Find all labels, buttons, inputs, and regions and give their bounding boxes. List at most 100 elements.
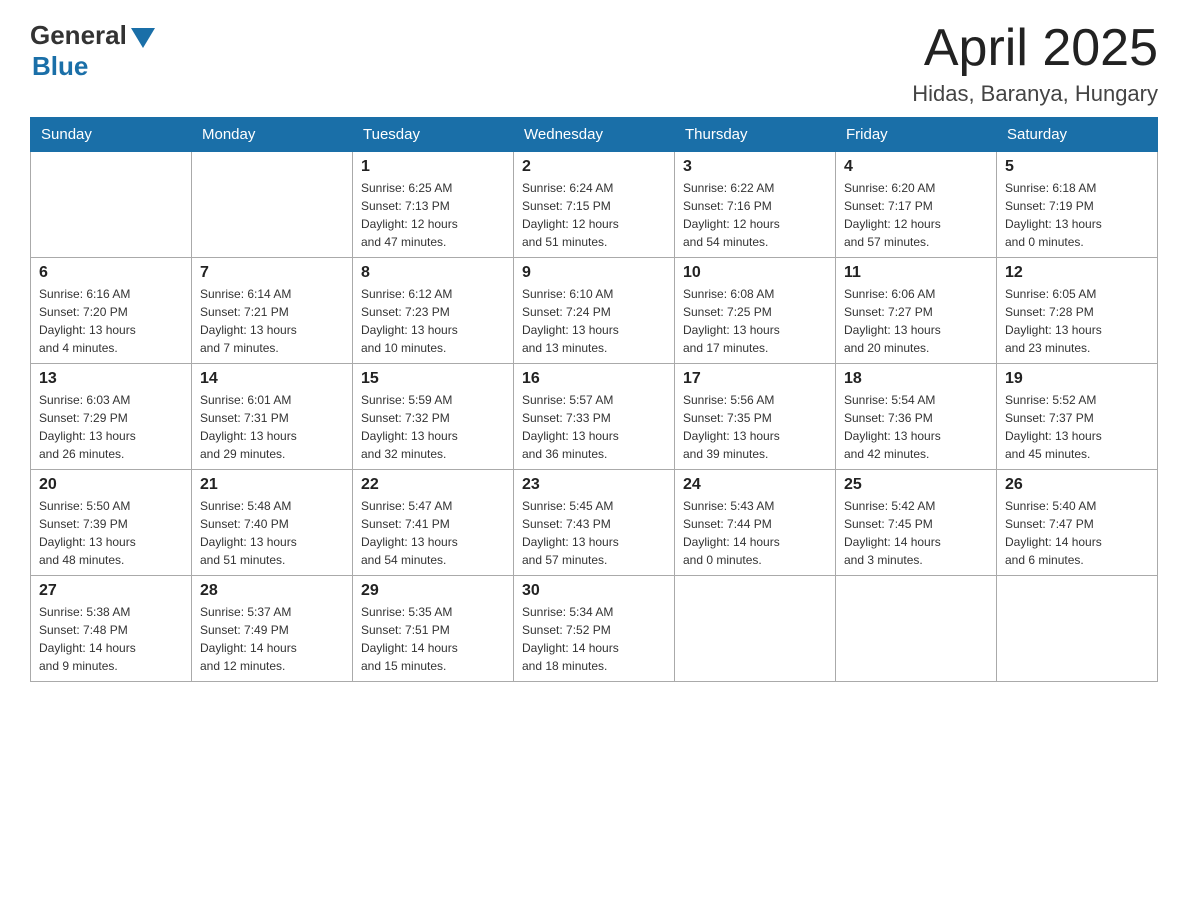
day-number: 15	[361, 370, 505, 388]
calendar-cell: 11 Sunrise: 6:06 AM Sunset: 7:27 PM Dayli…	[836, 258, 997, 364]
day-number: 19	[1005, 370, 1149, 388]
calendar-cell	[836, 576, 997, 682]
day-number: 9	[522, 264, 666, 282]
day-info: Sunrise: 5:52 AM Sunset: 7:37 PM Dayligh…	[1005, 391, 1149, 463]
calendar-cell: 30 Sunrise: 5:34 AM Sunset: 7:52 PM Dayli…	[514, 576, 675, 682]
day-number: 14	[200, 370, 344, 388]
day-info: Sunrise: 6:03 AM Sunset: 7:29 PM Dayligh…	[39, 391, 183, 463]
day-number: 21	[200, 476, 344, 494]
calendar-cell: 2Sunrise: 6:24 AM Sunset: 7:15 PM Daylig…	[514, 152, 675, 258]
calendar-cell: 22 Sunrise: 5:47 AM Sunset: 7:41 PM Dayli…	[353, 470, 514, 576]
calendar-header-tuesday: Tuesday	[353, 118, 514, 152]
calendar-cell: 20 Sunrise: 5:50 AM Sunset: 7:39 PM Dayli…	[31, 470, 192, 576]
day-info: Sunrise: 5:56 AM Sunset: 7:35 PM Dayligh…	[683, 391, 827, 463]
calendar-week-row-0: 1 Sunrise: 6:25 AM Sunset: 7:13 PM Daylig…	[31, 152, 1158, 258]
calendar-header-monday: Monday	[192, 118, 353, 152]
day-number: 20	[39, 476, 183, 494]
day-number: 17	[683, 370, 827, 388]
day-number: 8	[361, 264, 505, 282]
day-info: Sunrise: 5:57 AM Sunset: 7:33 PM Dayligh…	[522, 391, 666, 463]
day-number: 23	[522, 476, 666, 494]
calendar-header-saturday: Saturday	[997, 118, 1158, 152]
day-info: Sunrise: 6:22 AM Sunset: 7:16 PM Dayligh…	[683, 179, 827, 251]
calendar-cell: 21 Sunrise: 5:48 AM Sunset: 7:40 PM Dayli…	[192, 470, 353, 576]
day-info: Sunrise: 5:37 AM Sunset: 7:49 PM Dayligh…	[200, 603, 344, 675]
calendar-week-row-2: 13 Sunrise: 6:03 AM Sunset: 7:29 PM Dayli…	[31, 364, 1158, 470]
calendar-cell: 6Sunrise: 6:16 AM Sunset: 7:20 PM Daylig…	[31, 258, 192, 364]
page-header: General Blue April 2025 Hidas, Baranya, …	[30, 20, 1158, 107]
day-number: 3	[683, 158, 827, 176]
month-title: April 2025	[912, 20, 1158, 77]
calendar-header-sunday: Sunday	[31, 118, 192, 152]
day-info: Sunrise: 6:16 AM Sunset: 7:20 PM Dayligh…	[39, 285, 183, 357]
calendar-cell: 13 Sunrise: 6:03 AM Sunset: 7:29 PM Dayli…	[31, 364, 192, 470]
calendar-week-row-3: 20 Sunrise: 5:50 AM Sunset: 7:39 PM Dayli…	[31, 470, 1158, 576]
calendar-cell: 4 Sunrise: 6:20 AM Sunset: 7:17 PM Daylig…	[836, 152, 997, 258]
day-number: 22	[361, 476, 505, 494]
day-number: 18	[844, 370, 988, 388]
day-number: 27	[39, 582, 183, 600]
day-info: Sunrise: 5:50 AM Sunset: 7:39 PM Dayligh…	[39, 497, 183, 569]
day-number: 5	[1005, 158, 1149, 176]
calendar-cell: 14 Sunrise: 6:01 AM Sunset: 7:31 PM Dayli…	[192, 364, 353, 470]
calendar-cell: 1 Sunrise: 6:25 AM Sunset: 7:13 PM Daylig…	[353, 152, 514, 258]
day-info: Sunrise: 5:59 AM Sunset: 7:32 PM Dayligh…	[361, 391, 505, 463]
calendar-cell: 8 Sunrise: 6:12 AM Sunset: 7:23 PM Daylig…	[353, 258, 514, 364]
day-info: Sunrise: 6:12 AM Sunset: 7:23 PM Dayligh…	[361, 285, 505, 357]
calendar-cell: 12 Sunrise: 6:05 AM Sunset: 7:28 PM Dayli…	[997, 258, 1158, 364]
day-info: Sunrise: 5:43 AM Sunset: 7:44 PM Dayligh…	[683, 497, 827, 569]
day-number: 4	[844, 158, 988, 176]
calendar-cell: 9Sunrise: 6:10 AM Sunset: 7:24 PM Daylig…	[514, 258, 675, 364]
day-info: Sunrise: 6:14 AM Sunset: 7:21 PM Dayligh…	[200, 285, 344, 357]
day-info: Sunrise: 6:08 AM Sunset: 7:25 PM Dayligh…	[683, 285, 827, 357]
day-info: Sunrise: 5:34 AM Sunset: 7:52 PM Dayligh…	[522, 603, 666, 675]
day-info: Sunrise: 5:47 AM Sunset: 7:41 PM Dayligh…	[361, 497, 505, 569]
day-number: 30	[522, 582, 666, 600]
day-info: Sunrise: 5:35 AM Sunset: 7:51 PM Dayligh…	[361, 603, 505, 675]
day-number: 11	[844, 264, 988, 282]
day-info: Sunrise: 5:38 AM Sunset: 7:48 PM Dayligh…	[39, 603, 183, 675]
day-number: 24	[683, 476, 827, 494]
day-number: 10	[683, 264, 827, 282]
day-number: 7	[200, 264, 344, 282]
calendar-cell: 28Sunrise: 5:37 AM Sunset: 7:49 PM Dayli…	[192, 576, 353, 682]
calendar-week-row-1: 6Sunrise: 6:16 AM Sunset: 7:20 PM Daylig…	[31, 258, 1158, 364]
calendar-header-wednesday: Wednesday	[514, 118, 675, 152]
title-section: April 2025 Hidas, Baranya, Hungary	[912, 20, 1158, 107]
calendar-cell: 7 Sunrise: 6:14 AM Sunset: 7:21 PM Daylig…	[192, 258, 353, 364]
logo-blue-text: Blue	[32, 51, 88, 82]
day-info: Sunrise: 6:05 AM Sunset: 7:28 PM Dayligh…	[1005, 285, 1149, 357]
day-number: 16	[522, 370, 666, 388]
calendar-cell: 24 Sunrise: 5:43 AM Sunset: 7:44 PM Dayli…	[675, 470, 836, 576]
calendar-cell	[31, 152, 192, 258]
calendar-week-row-4: 27 Sunrise: 5:38 AM Sunset: 7:48 PM Dayli…	[31, 576, 1158, 682]
calendar-cell: 27 Sunrise: 5:38 AM Sunset: 7:48 PM Dayli…	[31, 576, 192, 682]
day-info: Sunrise: 6:01 AM Sunset: 7:31 PM Dayligh…	[200, 391, 344, 463]
calendar-header-thursday: Thursday	[675, 118, 836, 152]
calendar-header-row: SundayMondayTuesdayWednesdayThursdayFrid…	[31, 118, 1158, 152]
day-number: 26	[1005, 476, 1149, 494]
day-info: Sunrise: 5:48 AM Sunset: 7:40 PM Dayligh…	[200, 497, 344, 569]
logo: General Blue	[30, 20, 155, 82]
day-number: 13	[39, 370, 183, 388]
day-info: Sunrise: 5:45 AM Sunset: 7:43 PM Dayligh…	[522, 497, 666, 569]
calendar-cell: 26Sunrise: 5:40 AM Sunset: 7:47 PM Dayli…	[997, 470, 1158, 576]
calendar-cell: 5 Sunrise: 6:18 AM Sunset: 7:19 PM Daylig…	[997, 152, 1158, 258]
calendar-cell: 29 Sunrise: 5:35 AM Sunset: 7:51 PM Dayli…	[353, 576, 514, 682]
calendar-cell: 17 Sunrise: 5:56 AM Sunset: 7:35 PM Dayli…	[675, 364, 836, 470]
logo-triangle-icon	[131, 28, 155, 48]
calendar-cell	[997, 576, 1158, 682]
day-number: 12	[1005, 264, 1149, 282]
day-info: Sunrise: 6:18 AM Sunset: 7:19 PM Dayligh…	[1005, 179, 1149, 251]
day-info: Sunrise: 5:54 AM Sunset: 7:36 PM Dayligh…	[844, 391, 988, 463]
day-info: Sunrise: 6:25 AM Sunset: 7:13 PM Dayligh…	[361, 179, 505, 251]
day-number: 29	[361, 582, 505, 600]
day-info: Sunrise: 6:20 AM Sunset: 7:17 PM Dayligh…	[844, 179, 988, 251]
location-title: Hidas, Baranya, Hungary	[912, 81, 1158, 107]
calendar-cell: 19 Sunrise: 5:52 AM Sunset: 7:37 PM Dayli…	[997, 364, 1158, 470]
calendar-cell	[192, 152, 353, 258]
day-info: Sunrise: 6:06 AM Sunset: 7:27 PM Dayligh…	[844, 285, 988, 357]
calendar-cell: 10 Sunrise: 6:08 AM Sunset: 7:25 PM Dayli…	[675, 258, 836, 364]
day-number: 1	[361, 158, 505, 176]
calendar-cell: 3 Sunrise: 6:22 AM Sunset: 7:16 PM Daylig…	[675, 152, 836, 258]
